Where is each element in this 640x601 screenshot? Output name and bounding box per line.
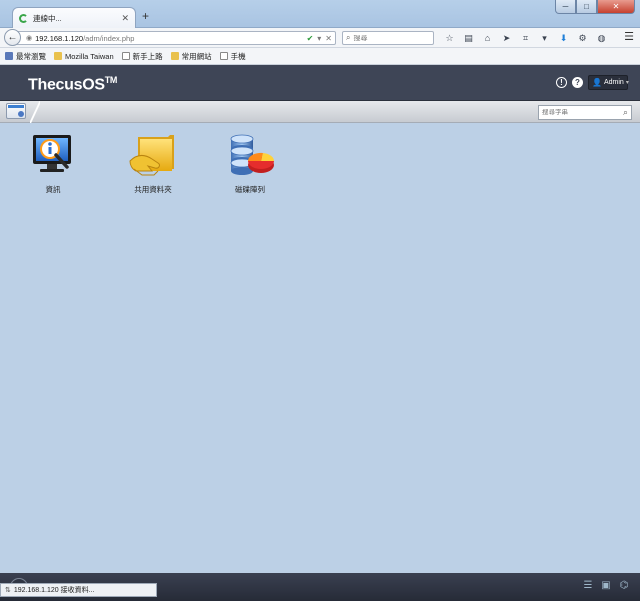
url-actions: ✔ ▾ ✕: [307, 34, 335, 43]
bookmark-common-sites[interactable]: 常用網站: [170, 51, 212, 62]
info-monitor-icon: [33, 135, 71, 172]
settings-gear-icon[interactable]: ⚙: [573, 30, 592, 46]
backup-icon[interactable]: ▣: [600, 578, 612, 592]
page-icon: [219, 52, 228, 60]
back-button[interactable]: ←: [4, 29, 21, 46]
maximize-button[interactable]: □: [576, 0, 597, 14]
loading-spinner-icon: [19, 13, 28, 23]
download-icon[interactable]: ⬇: [554, 30, 573, 46]
folder-icon: [170, 52, 179, 60]
chevron-down-icon[interactable]: ▾: [535, 30, 554, 46]
user-icon: 👤: [592, 78, 602, 87]
tab-close-icon[interactable]: ✕: [121, 13, 129, 24]
bookmark-star-icon[interactable]: ☆: [440, 30, 459, 46]
stop-icon[interactable]: ✕: [325, 34, 332, 43]
storage-icon[interactable]: ☰: [582, 578, 594, 592]
send-icon[interactable]: ➤: [497, 30, 516, 46]
help-icon[interactable]: ?: [572, 77, 583, 88]
network-activity-icon: ⇅: [5, 587, 11, 594]
new-tab-button[interactable]: +: [142, 10, 149, 22]
thecus-logo: ThecusOSTM: [28, 75, 118, 94]
desktop-icon: [6, 103, 26, 119]
browser-tab[interactable]: 連線中... ✕: [12, 7, 136, 28]
check-icon[interactable]: ✔: [307, 34, 314, 43]
os-header: ThecusOSTM ! ? 👤 Admin ▾: [0, 65, 640, 101]
app-shared-folder[interactable]: 共用資料夾: [118, 131, 188, 195]
bookmark-most-visited[interactable]: 最常瀏覽: [5, 51, 46, 62]
user-name: Admin: [603, 79, 624, 86]
browser-search-input[interactable]: [353, 34, 424, 42]
shared-folder-icon: [129, 135, 174, 176]
browser-navbar: ← ◉ 192.168.1.120/adm/index.php ✔ ▾ ✕ ⌕ …: [0, 28, 640, 48]
browser-search-box[interactable]: ⌕: [342, 31, 434, 45]
app-label: 共用資料夾: [134, 185, 172, 194]
bookmark-mozilla-taiwan[interactable]: Mozilla Taiwan: [54, 52, 114, 61]
desktop-area: 資訊 共用資料夾 磁碟陣列: [0, 123, 640, 573]
browser-status-bar: ⇅ 192.168.1.120 接收資料...: [0, 583, 157, 597]
address-bar[interactable]: ◉ 192.168.1.120/adm/index.php ✔ ▾ ✕: [14, 31, 336, 45]
chevron-down-icon: ▾: [625, 80, 629, 86]
hamburger-menu-icon[interactable]: ☰: [624, 30, 634, 43]
alert-icon[interactable]: !: [556, 77, 567, 88]
search-icon[interactable]: ⌕: [623, 107, 628, 118]
os-toolbar: ⌕: [0, 101, 640, 123]
app-label: 資訊: [45, 185, 61, 194]
app-disk-array[interactable]: 磁碟陣列: [215, 131, 285, 195]
search-icon: ⌕: [346, 33, 351, 42]
home-icon[interactable]: ⌂: [478, 30, 497, 46]
dropdown-arrow-icon[interactable]: ▾: [317, 34, 321, 43]
browser-toolbar-icons: ☆ ▤ ⌂ ➤ ⌗ ▾ ⬇ ⚙ ◍: [440, 30, 611, 46]
reading-list-icon[interactable]: ▤: [459, 30, 478, 46]
crop-icon[interactable]: ⌗: [516, 30, 535, 46]
system-tray: ☰ ▣ ⌬: [582, 578, 630, 592]
header-actions: ! ? 👤 Admin ▾: [556, 75, 629, 90]
globe-icon: ◉: [26, 35, 33, 42]
browser-titlebar: 連線中... ✕ + ─ □ ✕: [0, 0, 640, 28]
os-search-box[interactable]: ⌕: [538, 105, 632, 120]
back-arrow-icon: ←: [7, 32, 18, 43]
status-text: 192.168.1.120 接收資料...: [13, 587, 95, 594]
network-icon[interactable]: ⌬: [618, 578, 630, 592]
user-menu-button[interactable]: 👤 Admin ▾: [588, 75, 629, 90]
app-info[interactable]: 資訊: [18, 131, 88, 195]
url-host: 192.168.1.120: [35, 33, 84, 43]
gear-icon: [5, 52, 13, 60]
page-icon: [121, 52, 130, 60]
close-button[interactable]: ✕: [597, 0, 635, 14]
window-controls: ─ □ ✕: [555, 0, 635, 14]
chat-icon[interactable]: ◍: [592, 30, 611, 46]
bookmark-mobile[interactable]: 手機: [219, 51, 246, 62]
os-search-input[interactable]: [542, 109, 616, 116]
app-label: 磁碟陣列: [235, 185, 265, 194]
bookmarks-bar: 最常瀏覽 Mozilla Taiwan 新手上路 常用網站 手機: [0, 48, 640, 65]
folder-icon: [54, 52, 62, 60]
show-desktop-button[interactable]: [0, 101, 40, 123]
bookmark-getting-started[interactable]: 新手上路: [121, 51, 163, 62]
tab-title: 連線中...: [33, 13, 62, 23]
disk-array-icon: [230, 134, 275, 175]
url-path: /adm/index.php: [83, 33, 135, 43]
minimize-button[interactable]: ─: [555, 0, 576, 14]
